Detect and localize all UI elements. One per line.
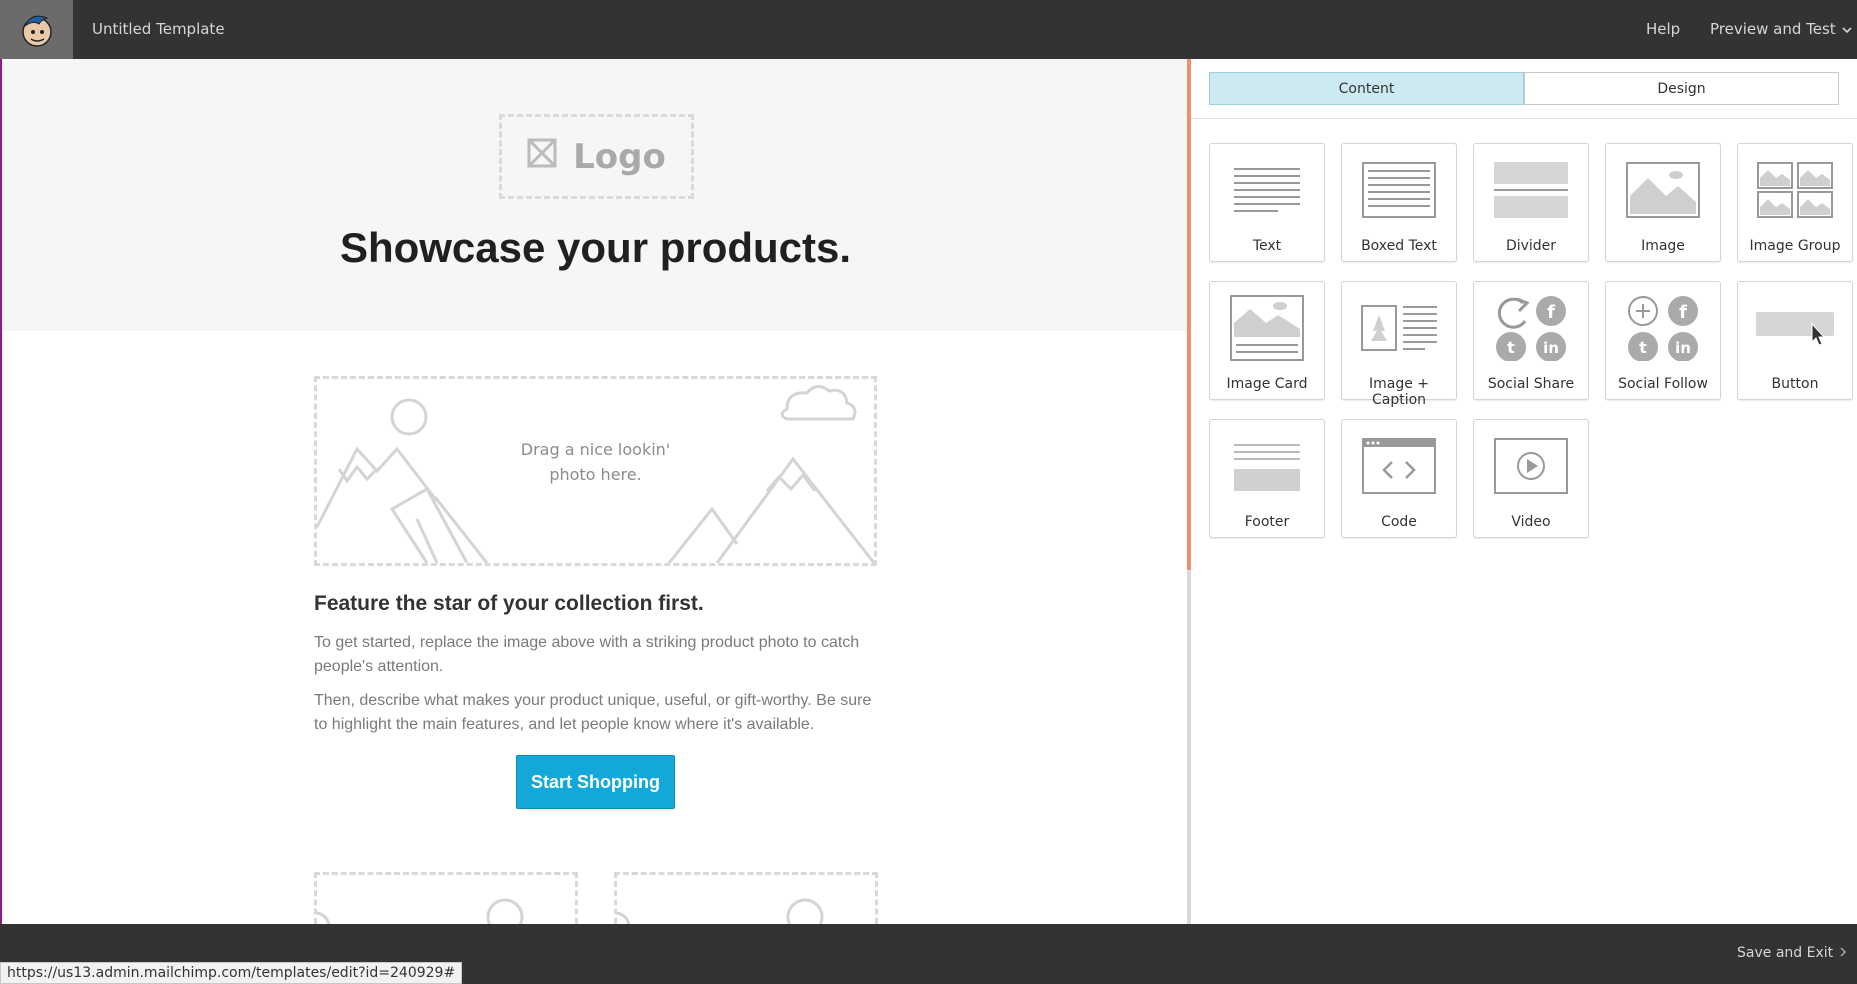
block-label: Social Share bbox=[1487, 376, 1575, 392]
block-boxed-text[interactable]: Boxed Text bbox=[1341, 143, 1457, 262]
image-caption-block-icon bbox=[1342, 296, 1456, 360]
photo-placeholder-line2: photo here. bbox=[549, 465, 642, 484]
social-share-block-icon: f t in bbox=[1474, 296, 1588, 361]
preview-and-test-menu[interactable]: Preview and Test bbox=[1710, 20, 1852, 38]
block-code[interactable]: Code bbox=[1341, 419, 1457, 538]
button-block-icon bbox=[1738, 296, 1852, 360]
chevron-right-icon bbox=[1839, 945, 1847, 961]
block-image[interactable]: Image bbox=[1605, 143, 1721, 262]
boxed-text-block-icon bbox=[1342, 158, 1456, 222]
text-block-icon bbox=[1210, 158, 1324, 222]
photo-placeholder-text: Drag a nice lookin' photo here. bbox=[317, 437, 874, 487]
svg-text:t: t bbox=[1507, 338, 1515, 357]
social-follow-block-icon: f t in bbox=[1606, 296, 1720, 361]
block-video[interactable]: Video bbox=[1473, 419, 1589, 538]
hero-title[interactable]: Showcase your products. bbox=[2, 224, 1187, 272]
block-image-group[interactable]: Image Group bbox=[1737, 143, 1853, 262]
block-label: Image + Caption bbox=[1368, 376, 1430, 408]
logo-placeholder[interactable]: Logo bbox=[499, 114, 694, 199]
start-shopping-button[interactable]: Start Shopping bbox=[516, 755, 675, 809]
panel-separator bbox=[1191, 118, 1857, 119]
block-label: Button bbox=[1771, 376, 1819, 392]
template-title[interactable]: Untitled Template bbox=[92, 20, 225, 38]
block-label: Social Follow bbox=[1618, 376, 1708, 392]
block-label: Boxed Text bbox=[1361, 238, 1437, 254]
feature-heading[interactable]: Feature the star of your collection firs… bbox=[314, 592, 704, 616]
feature-paragraph-1[interactable]: To get started, replace the image above … bbox=[314, 631, 877, 679]
block-label: Divider bbox=[1505, 238, 1557, 254]
mountain-illustration-icon bbox=[616, 898, 824, 924]
product-image-placeholder-left[interactable] bbox=[314, 872, 578, 924]
block-divider[interactable]: Divider bbox=[1473, 143, 1589, 262]
photo-placeholder[interactable]: Drag a nice lookin' photo here. bbox=[314, 376, 877, 566]
hero-section[interactable]: Logo Showcase your products. bbox=[2, 59, 1187, 331]
product-image-placeholder-right[interactable] bbox=[614, 872, 878, 924]
mailchimp-logo-icon[interactable] bbox=[0, 0, 73, 59]
block-label: Image Group bbox=[1749, 238, 1841, 254]
block-text[interactable]: Text bbox=[1209, 143, 1325, 262]
save-and-exit-label: Save and Exit bbox=[1737, 945, 1834, 961]
photo-placeholder-line1: Drag a nice lookin' bbox=[520, 440, 671, 459]
tab-content[interactable]: Content bbox=[1209, 72, 1524, 105]
top-bar: Untitled Template Help Preview and Test bbox=[0, 0, 1857, 59]
email-canvas: Logo Showcase your products. Drag a nice… bbox=[0, 59, 1187, 924]
block-social-share[interactable]: f t in Social Share bbox=[1473, 281, 1589, 400]
svg-text:in: in bbox=[1543, 339, 1559, 357]
block-image-caption[interactable]: Image + Caption bbox=[1341, 281, 1457, 408]
svg-text:f: f bbox=[1547, 302, 1555, 323]
block-footer[interactable]: Footer bbox=[1209, 419, 1325, 538]
block-button[interactable]: Button bbox=[1737, 281, 1853, 400]
svg-text:in: in bbox=[1675, 339, 1691, 357]
block-image-card[interactable]: Image Card bbox=[1209, 281, 1325, 400]
svg-text:t: t bbox=[1639, 338, 1647, 357]
blocks-panel: Content Design Text Boxed Text Divider I… bbox=[1191, 59, 1857, 924]
code-block-icon bbox=[1342, 434, 1456, 498]
panel-tabs: Content Design bbox=[1209, 72, 1839, 105]
block-label: Image Card bbox=[1226, 376, 1308, 392]
block-social-follow[interactable]: f t in Social Follow bbox=[1605, 281, 1721, 400]
tab-design[interactable]: Design bbox=[1524, 72, 1839, 105]
chevron-down-icon bbox=[1842, 20, 1852, 38]
image-card-block-icon bbox=[1210, 295, 1324, 361]
image-block-icon bbox=[1606, 158, 1720, 222]
block-label: Code bbox=[1381, 514, 1417, 530]
help-link[interactable]: Help bbox=[1646, 20, 1680, 38]
preview-label: Preview and Test bbox=[1710, 20, 1836, 38]
footer-block-icon bbox=[1210, 434, 1324, 498]
svg-text:f: f bbox=[1679, 302, 1687, 323]
block-label: Video bbox=[1511, 514, 1551, 530]
save-and-exit-button[interactable]: Save and Exit bbox=[1737, 945, 1847, 961]
logo-placeholder-text: Logo bbox=[573, 136, 666, 177]
image-group-block-icon bbox=[1738, 158, 1852, 222]
block-label: Text bbox=[1252, 238, 1282, 254]
block-label: Image bbox=[1641, 238, 1685, 254]
block-label: Footer bbox=[1244, 514, 1290, 530]
divider-block-icon bbox=[1474, 158, 1588, 222]
feature-paragraph-2[interactable]: Then, describe what makes your product u… bbox=[314, 689, 877, 737]
video-block-icon bbox=[1474, 434, 1588, 498]
image-placeholder-icon bbox=[527, 137, 557, 177]
status-bar-url: https://us13.admin.mailchimp.com/templat… bbox=[0, 962, 463, 984]
mountain-illustration-icon bbox=[316, 898, 524, 924]
